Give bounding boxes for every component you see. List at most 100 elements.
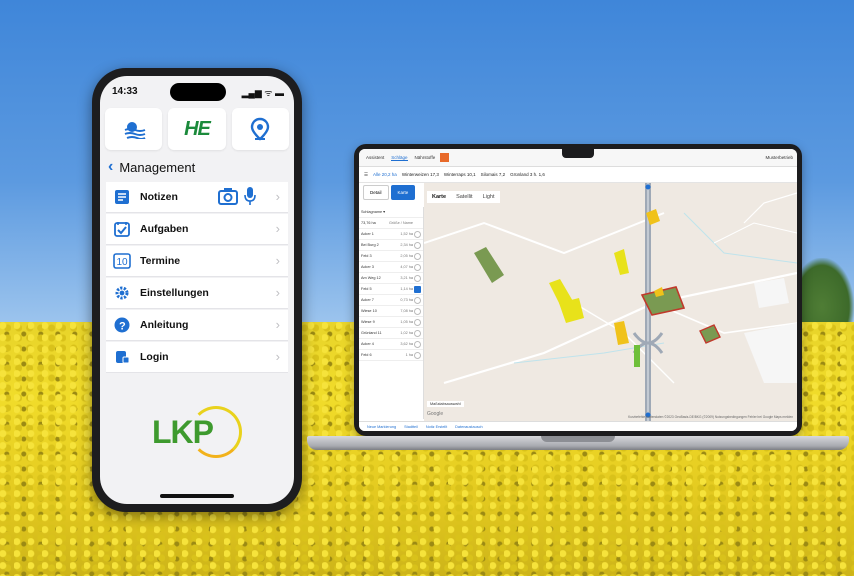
field-checkbox[interactable] <box>414 242 421 249</box>
field-checkbox[interactable] <box>414 231 421 238</box>
field-checkbox[interactable] <box>414 297 421 304</box>
crop-filter-all[interactable]: Alle 20,2 ha <box>373 172 397 177</box>
he-tile[interactable]: HE <box>168 108 226 150</box>
crop-filter-item[interactable]: Grünland 3 h. 1,6 <box>510 172 545 177</box>
menu-item-aufgaben[interactable]: Aufgaben › <box>106 214 288 245</box>
notes-icon <box>111 186 133 208</box>
tab-karte[interactable]: Karte <box>390 185 416 200</box>
field-list-row[interactable]: Am Weg 12 3,21 ha <box>359 273 423 284</box>
maptype-satellit[interactable]: Satellit <box>456 194 473 200</box>
map-type-tabs: Karte Satellit Light <box>427 191 500 203</box>
help-icon: ? <box>111 314 133 336</box>
field-list-row[interactable]: Acker 1 1,52 ha <box>359 229 423 240</box>
menu-item-anleitung[interactable]: ? Anleitung › <box>106 310 288 341</box>
tab-detail[interactable]: Detail <box>363 185 389 200</box>
chevron-right-icon: › <box>275 349 280 364</box>
field-list-total: 73,76 ha Größe / Name <box>359 218 423 229</box>
nav-assistent[interactable]: Assistent <box>366 155 384 160</box>
crop-filter-item[interactable]: Winterraps 10,1 <box>444 172 476 177</box>
field-name: Acker 1 <box>361 232 374 236</box>
chevron-right-icon: › <box>275 285 280 300</box>
field-checkbox[interactable] <box>414 319 421 326</box>
login-icon <box>111 346 133 368</box>
app-tiles: HE <box>105 108 289 150</box>
menu-item-termine[interactable]: 10 Termine › <box>106 246 288 277</box>
field-list-row[interactable]: Feld 5 1,14 ha <box>359 284 423 295</box>
field-name: Wiese 10 <box>361 309 377 313</box>
field-size: 1,14 ha <box>400 287 413 291</box>
crop-filter-item[interactable]: Silomais 7,2 <box>481 172 506 177</box>
chevron-right-icon: › <box>275 253 280 268</box>
field-list-row[interactable]: Wiese 10 7,08 ha <box>359 306 423 317</box>
menu-item-label: Einstellungen <box>140 287 209 299</box>
field-list-row[interactable]: Acker 7 0,73 ha <box>359 295 423 306</box>
laptop: Assistent Schläge Nährstoffe Musterbetri… <box>354 144 802 436</box>
field-size: 4,07 ha <box>400 265 413 269</box>
field-list-row[interactable]: Acker 3 4,07 ha <box>359 262 423 273</box>
action-datenaustausch[interactable]: Datenaustausch <box>455 425 482 429</box>
farm-name: Musterbetrieb <box>765 155 793 160</box>
menu-item-einstellungen[interactable]: Einstellungen › <box>106 278 288 309</box>
field-size: 0,73 ha <box>400 298 413 302</box>
laptop-screen: Assistent Schläge Nährstoffe Musterbetri… <box>359 149 797 431</box>
action-stadtteil[interactable]: Stadtteil <box>404 425 418 429</box>
field-list-row[interactable]: Acker 4 3,62 ha <box>359 339 423 350</box>
field-list-row[interactable]: Grünland 11 1,02 ha <box>359 328 423 339</box>
settings-gear-icon <box>111 282 133 304</box>
microphone-icon[interactable] <box>244 186 256 206</box>
back-chevron-icon[interactable]: ‹ <box>108 158 113 176</box>
nav-naehrstoffe[interactable]: Nährstoffe <box>415 155 436 160</box>
field-size: 2,34 ha <box>400 243 413 247</box>
field-name: Am Weg 12 <box>361 276 381 280</box>
field-checkbox[interactable] <box>414 286 421 293</box>
menu-icon[interactable]: ☰ <box>364 172 368 178</box>
home-indicator[interactable] <box>160 494 234 498</box>
field-checkbox[interactable] <box>414 275 421 282</box>
sort-dropdown[interactable]: Schlagname ▾ <box>361 210 385 214</box>
field-name: Bei Burg 2 <box>361 243 379 247</box>
nav-schlaege[interactable]: Schläge <box>391 155 408 161</box>
field-checkbox[interactable] <box>414 341 421 348</box>
menu-item-label: Termine <box>140 255 181 267</box>
weather-tile[interactable] <box>105 108 163 150</box>
field-list-row[interactable]: Wiese 9 1,05 ha <box>359 317 423 328</box>
action-notiz-erstellt[interactable]: Notiz Erstellt <box>426 425 447 429</box>
scale-selector[interactable]: Maßstabsauswahl <box>427 401 464 407</box>
lkp-logo: LKP <box>152 414 214 450</box>
field-list-header[interactable]: Schlagname ▾ <box>359 207 423 218</box>
field-name: Feld 6 <box>361 353 372 357</box>
management-header: ‹ Management <box>108 158 195 176</box>
camera-icon[interactable] <box>218 187 238 205</box>
phone-screen: 14:33 ▂▄▆ ᯤ ▬ HE ‹ Management Notizen › … <box>100 76 294 504</box>
menu-item-label: Aufgaben <box>140 223 189 235</box>
field-list-row[interactable]: Feld 3 2,05 ha <box>359 251 423 262</box>
chevron-right-icon: › <box>275 317 280 332</box>
crop-filter-item[interactable]: Winterweizen 17,3 <box>402 172 439 177</box>
field-checkbox[interactable] <box>414 253 421 260</box>
scene: 14:33 ▂▄▆ ᯤ ▬ HE ‹ Management Notizen › … <box>0 0 854 576</box>
menu-item-label: Notizen <box>140 191 178 203</box>
action-neue-markierung[interactable]: Neue Markierung <box>367 425 396 429</box>
weather-icon <box>124 122 146 139</box>
maptype-karte[interactable]: Karte <box>432 194 446 200</box>
menu-item-label: Login <box>140 351 169 363</box>
smartphone: 14:33 ▂▄▆ ᯤ ▬ HE ‹ Management Notizen › … <box>92 68 302 512</box>
tasks-icon <box>111 218 133 240</box>
map-attribution: Kurzbefehle Kartendaten ©2023 GeoBasis-D… <box>628 415 793 419</box>
orange-app-icon[interactable] <box>440 153 450 162</box>
field-size: 1 ha <box>405 353 413 357</box>
maptype-light[interactable]: Light <box>483 194 495 200</box>
map-view[interactable] <box>424 183 797 421</box>
menu-item-login[interactable]: Login › <box>106 342 288 373</box>
field-checkbox[interactable] <box>414 264 421 271</box>
column-label: Größe / Name <box>388 221 413 225</box>
field-list-row[interactable]: Bei Burg 2 2,34 ha <box>359 240 423 251</box>
field-list-row[interactable]: Feld 6 1 ha <box>359 350 423 361</box>
field-checkbox[interactable] <box>414 308 421 315</box>
location-tile[interactable] <box>231 108 289 150</box>
field-checkbox[interactable] <box>414 352 421 359</box>
field-size: 1,02 ha <box>400 331 413 335</box>
field-size: 7,08 ha <box>400 309 413 313</box>
menu-item-notizen[interactable]: Notizen › <box>106 182 288 213</box>
field-checkbox[interactable] <box>414 330 421 337</box>
